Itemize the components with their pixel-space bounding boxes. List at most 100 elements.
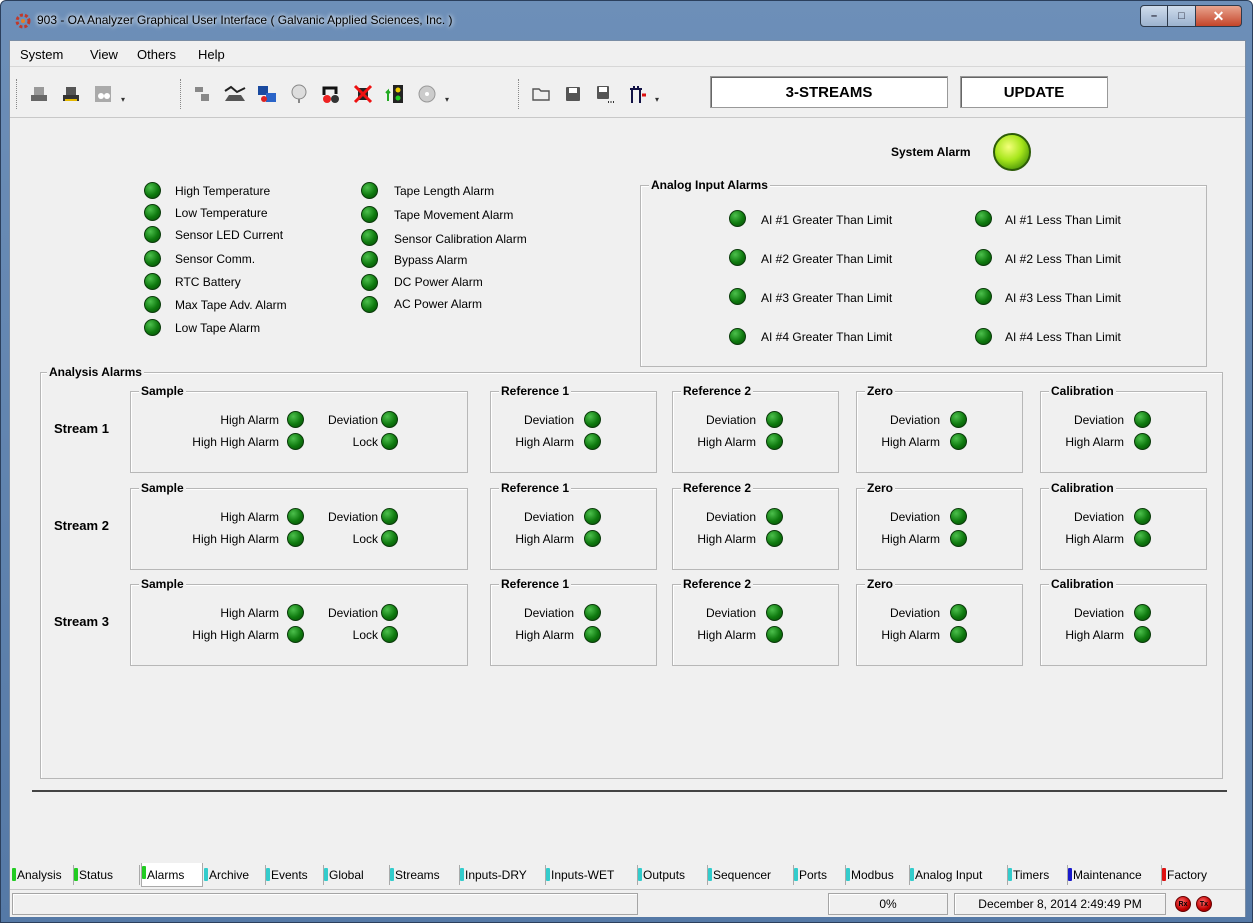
alarm-led xyxy=(361,274,378,291)
menu-system[interactable]: System xyxy=(20,47,63,62)
update-button[interactable]: UPDATE xyxy=(960,76,1108,108)
high-alarm-led xyxy=(950,626,967,643)
tab-streams[interactable]: Streams xyxy=(390,865,460,885)
high-alarm-label: High Alarm xyxy=(881,435,940,449)
transfer-icon[interactable] xyxy=(253,80,281,108)
calibration-group: Calibration Deviation High Alarm xyxy=(1040,384,1207,473)
lock-label: Lock xyxy=(352,435,378,449)
high-alarm-label: High Alarm xyxy=(220,413,279,427)
maximize-button[interactable]: □ xyxy=(1168,5,1196,27)
reference-1-group-title: Reference 1 xyxy=(499,577,572,591)
minimize-button[interactable]: – xyxy=(1140,5,1168,27)
alarm-led xyxy=(144,319,161,336)
alarm-led xyxy=(144,250,161,267)
ai-greater-label: AI #3 Greater Than Limit xyxy=(761,291,893,305)
deviation-label: Deviation xyxy=(523,606,574,620)
menu-others[interactable]: Others xyxy=(137,47,176,62)
alarm-label: AC Power Alarm xyxy=(394,297,483,311)
tab-factory[interactable]: Factory xyxy=(1162,865,1234,885)
signal-icon[interactable] xyxy=(381,80,409,108)
tab-ports[interactable]: Ports xyxy=(794,865,846,885)
deviation-led xyxy=(766,411,783,428)
menu-help[interactable]: Help xyxy=(198,47,225,62)
deviation-led xyxy=(950,411,967,428)
save-icon[interactable] xyxy=(559,80,587,108)
reference-2-group-title: Reference 2 xyxy=(681,481,754,495)
high-high-alarm-label: High High Alarm xyxy=(192,435,279,449)
reference-2-group: Reference 2 Deviation High Alarm xyxy=(672,577,839,666)
disconnect-icon[interactable] xyxy=(57,80,85,108)
sample-title: Sample xyxy=(139,384,186,398)
high-alarm-label: High Alarm xyxy=(697,532,756,546)
tab-inputs-dry[interactable]: Inputs-DRY xyxy=(460,865,546,885)
ai-led xyxy=(729,328,746,345)
close-button[interactable]: ✕ xyxy=(1196,5,1242,27)
zero-group-title: Zero xyxy=(865,481,896,495)
tab-inputs-wet[interactable]: Inputs-WET xyxy=(546,865,638,885)
exit-icon[interactable] xyxy=(623,80,651,108)
tab-maintenance[interactable]: Maintenance xyxy=(1068,865,1162,885)
alarm-label: Sensor Calibration Alarm xyxy=(394,232,527,246)
deviation-label: Deviation xyxy=(523,413,574,427)
tab-outputs[interactable]: Outputs xyxy=(638,865,708,885)
ai-greater-label: AI #1 Greater Than Limit xyxy=(761,213,893,227)
deviation-led xyxy=(766,604,783,621)
stop-icon[interactable] xyxy=(349,80,377,108)
menu-bar: System View Others Help xyxy=(10,41,1245,67)
high-alarm-label: High Alarm xyxy=(1065,628,1124,642)
deviation-label: Deviation xyxy=(1073,510,1124,524)
tab-events[interactable]: Events xyxy=(266,865,324,885)
zero-group: Zero Deviation High Alarm xyxy=(856,384,1023,473)
high-alarm-led xyxy=(1134,433,1151,450)
save-as-icon[interactable] xyxy=(591,80,619,108)
high-alarm-label: High Alarm xyxy=(515,532,574,546)
gauge-icon[interactable] xyxy=(285,80,313,108)
high-high-alarm-led xyxy=(287,433,304,450)
open-icon[interactable] xyxy=(527,80,555,108)
zero-group: Zero Deviation High Alarm xyxy=(856,481,1023,570)
tab-status[interactable]: Status xyxy=(74,865,140,885)
high-alarm-led xyxy=(766,433,783,450)
high-alarm-label: High Alarm xyxy=(515,628,574,642)
sample-group: Sample High Alarm High High Alarm Deviation… xyxy=(130,577,468,666)
tab-archive[interactable]: Archive xyxy=(204,865,266,885)
toolbar-overflow[interactable]: ▾ xyxy=(119,84,127,104)
lock-led xyxy=(381,433,398,450)
high-high-alarm-led xyxy=(287,626,304,643)
high-high-alarm-led xyxy=(287,530,304,547)
high-alarm-led xyxy=(766,530,783,547)
streams-indicator: 3-STREAMS xyxy=(710,76,948,108)
high-alarm-led xyxy=(584,626,601,643)
toolbar-grip[interactable] xyxy=(16,79,20,109)
device-icon[interactable] xyxy=(89,80,117,108)
client-area: System View Others Help ▾ ▾ ▾ 3-STREAMS … xyxy=(9,40,1246,917)
calibration-group: Calibration Deviation High Alarm xyxy=(1040,577,1207,666)
deviation-led xyxy=(1134,411,1151,428)
alarm-label: Tape Movement Alarm xyxy=(394,208,514,222)
menu-view[interactable]: View xyxy=(90,47,118,62)
reset-icon[interactable] xyxy=(317,80,345,108)
cd-icon[interactable] xyxy=(413,80,441,108)
ai-less-label: AI #1 Less Than Limit xyxy=(1005,213,1121,227)
tab-sequencer[interactable]: Sequencer xyxy=(708,865,794,885)
alarm-led xyxy=(144,204,161,221)
high-alarm-label: High Alarm xyxy=(881,628,940,642)
analog-input-alarms-group: Analog Input Alarms AI #1 Greater Than L… xyxy=(640,178,1207,367)
config-icon[interactable] xyxy=(189,80,217,108)
tab-alarms[interactable]: Alarms xyxy=(141,863,203,887)
tab-timers[interactable]: Timers xyxy=(1008,865,1068,885)
reference-2-group: Reference 2 Deviation High Alarm xyxy=(672,481,839,570)
title-bar[interactable]: 903 - OA Analyzer Graphical User Interfa… xyxy=(1,1,1252,39)
tab-modbus[interactable]: Modbus xyxy=(846,865,910,885)
ai-led xyxy=(729,249,746,266)
tab-analog-input[interactable]: Analog Input xyxy=(910,865,1008,885)
chart-icon[interactable] xyxy=(221,80,249,108)
ai-led xyxy=(729,288,746,305)
connect-icon[interactable] xyxy=(25,80,53,108)
high-high-alarm-label: High High Alarm xyxy=(192,628,279,642)
tab-global[interactable]: Global xyxy=(324,865,390,885)
deviation-label: Deviation xyxy=(705,510,756,524)
reference-2-group-title: Reference 2 xyxy=(681,577,754,591)
tab-analysis[interactable]: Analysis xyxy=(12,865,74,885)
high-alarm-label: High Alarm xyxy=(220,510,279,524)
